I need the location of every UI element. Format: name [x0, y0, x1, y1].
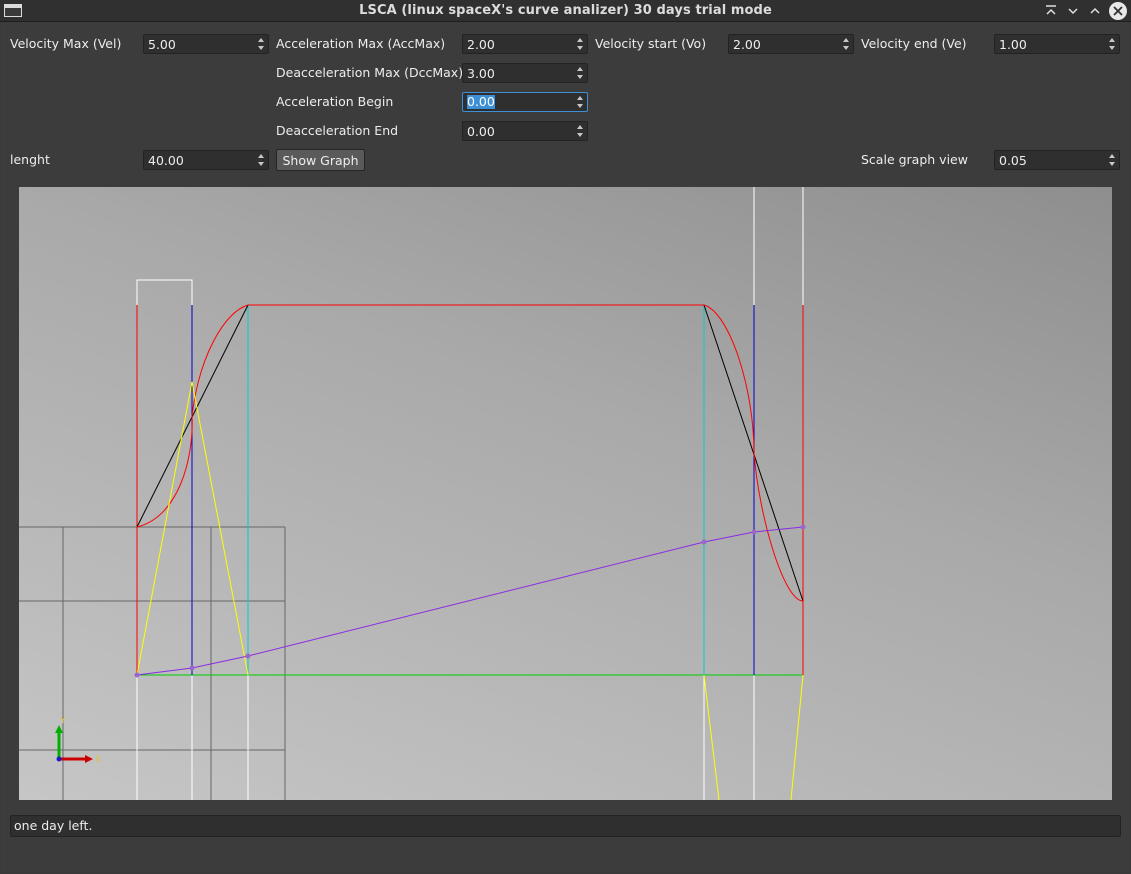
- acceleration-max-input[interactable]: [463, 35, 573, 53]
- acceleration-begin-label: Acceleration Begin: [276, 94, 394, 109]
- s-curve-velocity: [136, 304, 804, 602]
- acceleration-begin-input[interactable]: [463, 93, 573, 111]
- deacceleration-max-down-arrow-icon[interactable]: [574, 73, 586, 81]
- lenght-up-arrow-icon[interactable]: [255, 152, 267, 160]
- velocity-start-down-arrow-icon[interactable]: [840, 44, 852, 52]
- show-graph-button[interactable]: Show Graph: [276, 149, 365, 171]
- x-axis-label: X: [95, 755, 101, 765]
- acceleration-begin-spinbox[interactable]: 0.00: [462, 92, 588, 112]
- linear-velocity-line: [136, 304, 804, 602]
- velocity-max-down-arrow-icon[interactable]: [255, 44, 267, 52]
- scale-graph-view-up-arrow-icon[interactable]: [1106, 152, 1118, 160]
- y-axis-label: Y: [59, 716, 66, 726]
- acceleration-curve: [136, 381, 804, 800]
- acceleration-begin-up-arrow-icon[interactable]: [574, 94, 586, 102]
- title-bar: LSCA (linux spaceX's curve analizer) 30 …: [0, 0, 1131, 22]
- acceleration-max-label: Acceleration Max (AccMax): [276, 36, 446, 51]
- lenght-down-arrow-icon[interactable]: [255, 160, 267, 168]
- deacceleration-max-spinbox[interactable]: [462, 63, 588, 83]
- deacceleration-max-input[interactable]: [463, 64, 573, 82]
- velocity-end-up-arrow-icon[interactable]: [1106, 36, 1118, 44]
- scale-graph-view-spinbox[interactable]: [994, 150, 1120, 170]
- acceleration-max-up-arrow-icon[interactable]: [574, 36, 586, 44]
- keep-above-icon[interactable]: [1043, 3, 1059, 19]
- lenght-label: lenght: [10, 152, 50, 167]
- deacceleration-end-label: Deacceleration End: [276, 123, 399, 138]
- lenght-input[interactable]: [144, 151, 254, 169]
- position-point: [800, 524, 806, 530]
- lenght-spinbox[interactable]: [143, 150, 269, 170]
- close-icon[interactable]: [1109, 2, 1127, 20]
- velocity-max-label: Velocity Max (Vel): [10, 36, 122, 51]
- main-window: Velocity Max (Vel) Acceleration Max (Acc…: [1, 22, 1130, 873]
- deacceleration-end-down-arrow-icon[interactable]: [574, 131, 586, 139]
- deacceleration-end-input[interactable]: [463, 122, 573, 140]
- x-axis-arrow-head: [85, 755, 93, 763]
- velocity-max-spinbox[interactable]: [143, 34, 269, 54]
- scale-graph-view-label: Scale graph view: [861, 152, 968, 167]
- y-axis-arrow-head: [55, 725, 63, 733]
- scale-graph-view-down-arrow-icon[interactable]: [1106, 160, 1118, 168]
- position-point: [245, 653, 251, 659]
- position-point: [701, 539, 707, 545]
- position-point: [751, 529, 757, 535]
- deacceleration-max-label: Deacceleration Max (DccMax): [276, 65, 464, 80]
- deacceleration-max-up-arrow-icon[interactable]: [574, 65, 586, 73]
- graph-view[interactable]: Y X: [19, 187, 1112, 800]
- status-bar: one day left.: [10, 815, 1121, 837]
- velocity-max-input[interactable]: [144, 35, 254, 53]
- axis-gizmo: Y X: [55, 716, 101, 765]
- velocity-start-input[interactable]: [729, 35, 839, 53]
- position-point: [134, 672, 140, 678]
- velocity-start-up-arrow-icon[interactable]: [840, 36, 852, 44]
- acceleration-max-spinbox[interactable]: [462, 34, 588, 54]
- velocity-start-label: Velocity start (Vo): [595, 36, 707, 51]
- app-window-icon[interactable]: [4, 4, 22, 17]
- window-controls: [1043, 2, 1127, 20]
- velocity-end-input[interactable]: [995, 35, 1105, 53]
- white-guides: [136, 187, 804, 800]
- velocity-max-up-arrow-icon[interactable]: [255, 36, 267, 44]
- velocity-end-down-arrow-icon[interactable]: [1106, 44, 1118, 52]
- deacceleration-end-up-arrow-icon[interactable]: [574, 123, 586, 131]
- white-guide: [136, 279, 193, 305]
- minimize-icon[interactable]: [1065, 3, 1081, 19]
- maximize-icon[interactable]: [1087, 3, 1103, 19]
- deacceleration-end-spinbox[interactable]: [462, 121, 588, 141]
- position-point: [189, 665, 195, 671]
- window-title: LSCA (linux spaceX's curve analizer) 30 …: [359, 3, 772, 18]
- velocity-end-spinbox[interactable]: [994, 34, 1120, 54]
- acceleration-begin-down-arrow-icon[interactable]: [574, 102, 586, 110]
- axis-origin: [56, 756, 62, 762]
- velocity-end-label: Velocity end (Ve): [861, 36, 967, 51]
- velocity-start-spinbox[interactable]: [728, 34, 854, 54]
- acceleration-max-down-arrow-icon[interactable]: [574, 44, 586, 52]
- scale-graph-view-input[interactable]: [995, 151, 1105, 169]
- graph-canvas: Y X: [19, 187, 806, 800]
